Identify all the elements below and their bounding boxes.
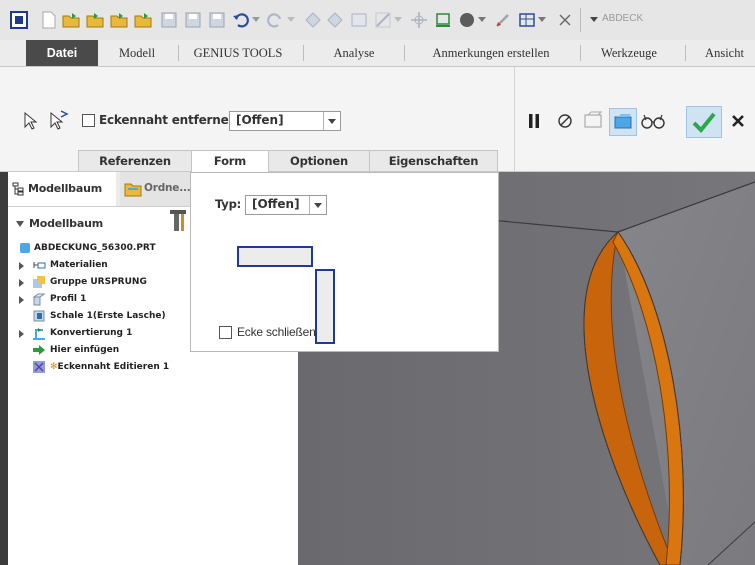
- tab-modellbaum-label: Modellbaum: [28, 182, 102, 195]
- extrude-icon: [32, 293, 46, 306]
- insert-here-arrow-icon[interactable]: [32, 343, 46, 357]
- shell-icon: [33, 310, 45, 322]
- remove-corner-seam-checkbox[interactable]: [82, 114, 95, 127]
- tab-genius-tools[interactable]: GENIUS TOOLS: [186, 40, 290, 66]
- type-label: Typ:: [215, 197, 242, 211]
- save-icon[interactable]: [160, 11, 178, 29]
- regenerate-icon[interactable]: [304, 11, 322, 29]
- edit-icon[interactable]: [494, 11, 512, 29]
- glasses-icon[interactable]: [641, 112, 665, 130]
- material-icon: [33, 262, 46, 269]
- windows-icon[interactable]: [350, 11, 368, 29]
- sketch-dropdown-icon[interactable]: [394, 17, 402, 23]
- tab-analyse[interactable]: Analyse: [318, 40, 390, 66]
- tab-separator: [303, 45, 304, 61]
- appearance-dropdown-icon[interactable]: [478, 17, 486, 23]
- chevron-down-icon[interactable]: [309, 196, 326, 214]
- tab-datei[interactable]: Datei: [26, 40, 98, 66]
- save-copy-icon[interactable]: [208, 11, 226, 29]
- app-window-icon[interactable]: [10, 11, 28, 29]
- tab-ansicht[interactable]: Ansicht: [694, 40, 755, 66]
- preview-toggle-button[interactable]: [609, 108, 637, 136]
- datum-icon[interactable]: [410, 11, 428, 29]
- select-edge-icon[interactable]: [48, 109, 70, 131]
- open-session-icon[interactable]: [134, 11, 152, 29]
- settings-tools-icon[interactable]: [168, 209, 188, 233]
- tab-modell[interactable]: Modell: [110, 40, 164, 66]
- tab-optionen[interactable]: Optionen: [268, 150, 370, 171]
- tab-modellbaum[interactable]: Modellbaum: [8, 172, 116, 206]
- tab-ordner[interactable]: Ordne...: [120, 172, 191, 206]
- chevron-down-icon[interactable]: [323, 112, 340, 130]
- part-icon: [20, 243, 30, 253]
- tab-referenzen[interactable]: Referenzen: [78, 150, 192, 171]
- redo-dropdown-icon[interactable]: [287, 17, 295, 23]
- redo-icon[interactable]: [266, 11, 284, 29]
- expand-icon[interactable]: [19, 262, 24, 270]
- window-title: ABDECK: [602, 13, 644, 24]
- tab-eigenschaften[interactable]: Eigenschaften: [369, 150, 498, 171]
- tab-anmerkungen-erstellen[interactable]: Anmerkungen erstellen: [412, 40, 570, 66]
- open-file-icon[interactable]: [62, 11, 80, 29]
- ribbon-tab-bar: Datei Modell GENIUS TOOLS Analyse Anmerk…: [0, 40, 755, 67]
- group-icon: [33, 276, 45, 288]
- feature-dashboard: Eckennaht entfernen [Offen] Referenzen F…: [0, 67, 755, 172]
- save-as-icon[interactable]: [184, 11, 202, 29]
- tab-separator: [685, 45, 686, 61]
- close-corner-label: Ecke schließen: [237, 325, 316, 339]
- model-tree-icon: [12, 182, 24, 196]
- type-combo[interactable]: [Offen]: [245, 195, 327, 215]
- preview-solid-icon: [614, 114, 632, 129]
- collapse-icon[interactable]: [16, 221, 24, 227]
- tab-werkzeuge[interactable]: Werkzeuge: [588, 40, 670, 66]
- measure-icon[interactable]: [434, 11, 452, 29]
- new-file-icon[interactable]: [40, 11, 58, 29]
- expand-icon[interactable]: [19, 330, 24, 338]
- asterisk-icon: ✻: [50, 362, 58, 372]
- dashboard-separator: [514, 67, 515, 171]
- undo-icon[interactable]: [232, 11, 250, 29]
- tab-ordner-label: Ordne...: [144, 182, 191, 194]
- checkmark-icon: [692, 112, 716, 133]
- pause-icon[interactable]: [527, 113, 541, 129]
- preview-frame-icon[interactable]: [582, 111, 604, 131]
- tab-form[interactable]: Form: [191, 150, 269, 172]
- customize-toolbar-icon[interactable]: [590, 17, 598, 23]
- folder-icon: [124, 183, 142, 197]
- form-options-panel: Typ: [Offen] Ecke schließen: [190, 172, 499, 352]
- model-display-dropdown-icon[interactable]: [538, 17, 546, 23]
- select-arrow-icon[interactable]: [22, 111, 38, 131]
- ok-button[interactable]: [686, 106, 722, 138]
- tab-separator: [178, 45, 179, 61]
- open-type-value: [Offen]: [236, 113, 284, 127]
- tab-separator: [580, 45, 581, 61]
- toolbar-separator: [580, 8, 581, 32]
- corner-seam-icon: [33, 361, 45, 373]
- tab-separator: [404, 45, 405, 61]
- close-window-icon[interactable]: [556, 11, 574, 29]
- open-type-combo[interactable]: [Offen]: [229, 111, 341, 131]
- expand-icon[interactable]: [19, 296, 24, 304]
- no-preview-icon[interactable]: [557, 113, 573, 129]
- quick-access-toolbar: ABDECK: [0, 0, 755, 41]
- type-combo-value: [Offen]: [252, 197, 300, 211]
- appearance-icon[interactable]: [458, 11, 476, 29]
- open-recent-icon[interactable]: [110, 11, 128, 29]
- expand-icon[interactable]: [19, 279, 24, 287]
- regenerate-manager-icon[interactable]: [326, 11, 344, 29]
- cancel-icon[interactable]: [731, 114, 745, 128]
- close-corner-checkbox[interactable]: [219, 326, 232, 339]
- undo-dropdown-icon[interactable]: [252, 17, 260, 23]
- remove-corner-seam-label: Eckennaht entfernen: [99, 113, 237, 127]
- conversion-icon: [33, 328, 45, 340]
- model-tree-header-label: Modellbaum: [29, 217, 103, 230]
- model-display-icon[interactable]: [518, 11, 536, 29]
- open-folder-icon[interactable]: [86, 11, 104, 29]
- sketch-icon[interactable]: [374, 11, 392, 29]
